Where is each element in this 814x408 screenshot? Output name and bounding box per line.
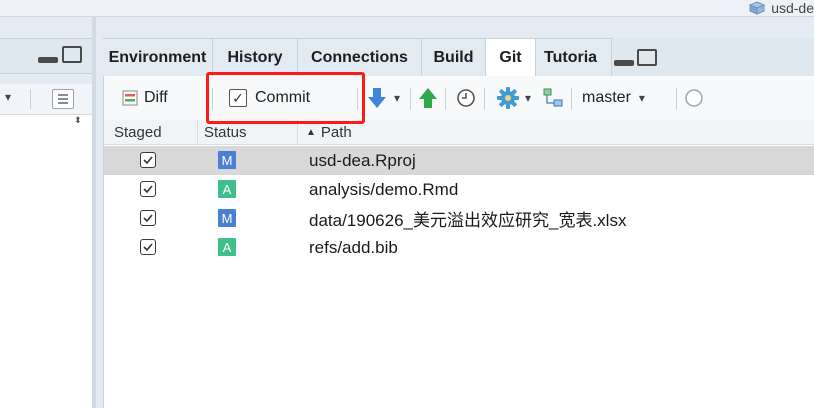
maximize-pane-icon[interactable]	[62, 46, 82, 63]
branch-icon	[543, 88, 563, 107]
file-path: data/190626_美元溢出效应研究_宽表.xlsx	[309, 211, 627, 230]
status-badge: A	[218, 238, 236, 256]
left-pane-body: ⬍	[0, 115, 92, 408]
left-pane-toolbar: ▾	[0, 84, 92, 115]
git-toolbar: Diff ✓ Commit ▾ ▾ master ▾	[103, 76, 814, 121]
commit-checkbox-icon: ✓	[229, 89, 247, 107]
toolbar-separator	[212, 88, 213, 110]
file-list-header: Staged Status ▲ Path	[104, 120, 814, 145]
tab-tutorial[interactable]: Tutoria	[536, 38, 612, 76]
diff-icon	[122, 90, 138, 106]
git-file-list: Staged Status ▲ Path M usd-dea.Rproj A a…	[103, 120, 814, 408]
commit-label: Commit	[255, 89, 311, 106]
column-label: Status	[204, 123, 247, 141]
pane-tab-bar: Environment History Connections Build Gi…	[103, 38, 814, 76]
toolbar-separator	[571, 88, 572, 110]
file-path: refs/add.bib	[309, 237, 398, 257]
branches-button[interactable]	[542, 84, 564, 112]
sort-ascending-icon: ▲	[306, 126, 316, 138]
tab-build[interactable]: Build	[422, 38, 486, 76]
tab-git[interactable]: Git	[486, 38, 536, 76]
left-pane-header	[0, 38, 92, 74]
column-path[interactable]: ▲ Path	[298, 120, 498, 144]
minimize-pane-icon[interactable]	[614, 60, 634, 66]
toolbar-separator	[676, 88, 677, 110]
outline-icon[interactable]	[52, 89, 74, 109]
settings-dropdown[interactable]: ▾	[525, 84, 531, 112]
clock-icon	[457, 89, 475, 107]
staged-checkbox[interactable]	[140, 239, 156, 255]
branch-dropdown-caret-icon: ▾	[638, 91, 645, 105]
staged-checkbox[interactable]	[140, 181, 156, 197]
project-indicator[interactable]: usd-de	[748, 0, 814, 16]
window-title-strip: usd-de	[0, 0, 814, 17]
tab-connections[interactable]: Connections	[298, 38, 422, 76]
push-button[interactable]	[418, 84, 438, 112]
column-label: Path	[320, 123, 352, 141]
staged-checkbox[interactable]	[140, 210, 156, 226]
tab-history[interactable]: History	[213, 38, 298, 76]
pane-window-controls	[612, 38, 814, 76]
sort-toggle-icon[interactable]: ⬍	[74, 115, 82, 126]
pull-button[interactable]	[367, 84, 387, 112]
diff-label: Diff	[144, 89, 168, 106]
status-badge: M	[218, 151, 236, 169]
gear-icon	[497, 87, 519, 109]
pull-arrow-icon	[368, 88, 386, 108]
toolbar-separator	[484, 88, 485, 110]
column-status[interactable]: Status	[198, 120, 298, 144]
tab-label: Tutoria	[544, 48, 598, 66]
tab-environment[interactable]: Environment	[103, 38, 213, 76]
project-cube-icon	[748, 1, 766, 15]
status-badge: M	[218, 209, 236, 227]
tab-label: History	[227, 48, 283, 66]
pull-options-dropdown[interactable]: ▾	[394, 84, 400, 112]
column-label: Staged	[114, 123, 162, 141]
dropdown-caret-icon[interactable]: ▾	[5, 90, 11, 104]
file-row[interactable]: M data/190626_美元溢出效应研究_宽表.xlsx	[104, 204, 814, 233]
project-name: usd-de	[771, 0, 814, 16]
maximize-pane-icon[interactable]	[637, 49, 657, 66]
minimize-pane-icon[interactable]	[38, 57, 58, 63]
tab-label: Build	[433, 48, 474, 66]
branch-label: master	[582, 89, 631, 106]
refresh-icon	[685, 89, 703, 107]
refresh-button[interactable]	[684, 84, 704, 112]
file-row[interactable]: M usd-dea.Rproj	[104, 146, 814, 175]
status-badge: A	[218, 180, 236, 198]
file-path: usd-dea.Rproj	[309, 150, 416, 170]
history-button[interactable]	[456, 84, 476, 112]
staged-checkbox[interactable]	[140, 152, 156, 168]
toolbar-separator	[30, 89, 31, 109]
file-path: analysis/demo.Rmd	[309, 179, 459, 199]
toolbar-separator	[357, 88, 358, 110]
diff-button[interactable]: Diff	[122, 84, 168, 112]
tab-label: Environment	[108, 48, 207, 66]
tab-label: Git	[499, 48, 522, 66]
toolbar-separator	[410, 88, 411, 110]
toolbar-separator	[445, 88, 446, 110]
more-settings-button[interactable]	[496, 84, 520, 112]
file-row[interactable]: A refs/add.bib	[104, 233, 814, 262]
push-arrow-icon	[419, 88, 437, 108]
branch-select[interactable]: master ▾	[582, 84, 645, 112]
column-staged[interactable]: Staged	[104, 120, 198, 144]
pane-splitter[interactable]	[92, 16, 96, 408]
commit-button[interactable]: ✓ Commit	[229, 84, 310, 112]
file-row[interactable]: A analysis/demo.Rmd	[104, 175, 814, 204]
tab-label: Connections	[311, 48, 408, 66]
